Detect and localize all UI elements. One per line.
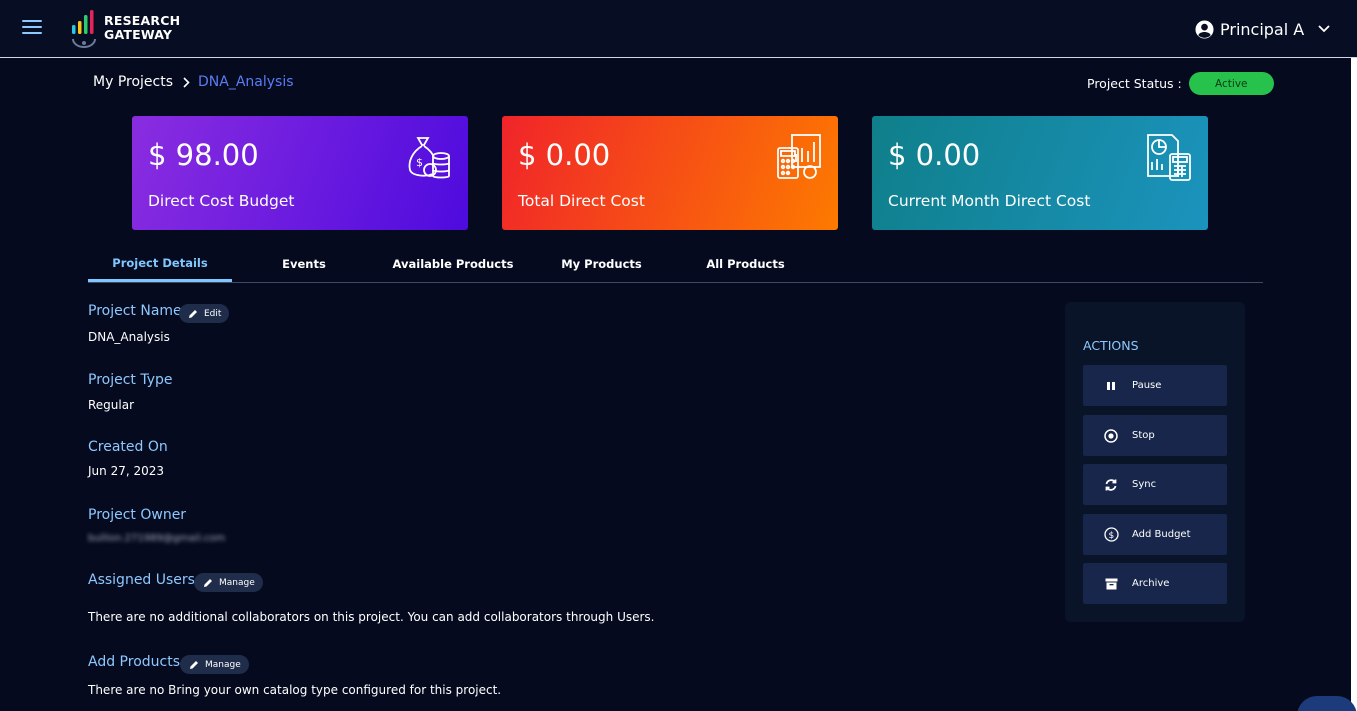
project-status: Project Status : Active bbox=[1087, 72, 1274, 95]
add-budget-button[interactable]: $ Add Budget bbox=[1083, 514, 1227, 555]
add-products-text: There are no Bring your own catalog type… bbox=[88, 683, 502, 697]
floating-help-button[interactable] bbox=[1297, 696, 1357, 711]
status-badge: Active bbox=[1188, 72, 1274, 95]
tab-my-products[interactable]: My Products bbox=[550, 246, 653, 282]
svg-text:$: $ bbox=[1108, 531, 1114, 541]
manage-assigned-users-button[interactable]: Manage bbox=[194, 573, 263, 592]
chevron-right-icon bbox=[183, 76, 190, 88]
created-on-value: Jun 27, 2023 bbox=[88, 464, 165, 478]
project-tabs: Project Details Events Available Product… bbox=[88, 246, 1263, 283]
pencil-icon bbox=[189, 309, 197, 318]
pause-button[interactable]: Pause bbox=[1083, 365, 1227, 406]
created-on-label: Created On bbox=[88, 439, 168, 455]
edit-project-name-button[interactable]: Edit bbox=[179, 304, 230, 323]
sync-icon bbox=[1103, 477, 1119, 493]
actions-title: ACTIONS bbox=[1083, 338, 1139, 353]
pencil-icon bbox=[204, 578, 212, 587]
add-products-label: Add Products bbox=[88, 654, 181, 670]
card-label: Current Month Direct Cost bbox=[888, 192, 1091, 210]
stop-circle-icon bbox=[1103, 428, 1119, 444]
menu-icon[interactable] bbox=[22, 20, 42, 36]
breadcrumb: My Projects DNA_Analysis bbox=[93, 74, 294, 90]
current-month-direct-cost-card: $ 0.00 Current Month Direct Cost bbox=[872, 116, 1208, 230]
card-label: Direct Cost Budget bbox=[148, 192, 295, 210]
breadcrumb-current-project[interactable]: DNA_Analysis bbox=[198, 74, 294, 90]
user-name: Principal A bbox=[1220, 19, 1305, 39]
project-name-value: DNA_Analysis bbox=[88, 330, 170, 344]
breadcrumb-my-projects[interactable]: My Projects bbox=[93, 74, 173, 90]
report-calculator-icon bbox=[1147, 134, 1191, 181]
stop-button[interactable]: Stop bbox=[1083, 415, 1227, 456]
tab-all-products[interactable]: All Products bbox=[694, 246, 797, 282]
manage-add-products-button[interactable]: Manage bbox=[180, 655, 249, 674]
user-menu[interactable]: Principal A bbox=[1195, 18, 1330, 40]
card-value: $ 0.00 bbox=[888, 138, 981, 172]
pencil-icon bbox=[190, 660, 198, 669]
actions-panel: ACTIONS Pause Stop Sync $ Add Budget Arc… bbox=[1065, 302, 1245, 622]
research-gateway-logo bbox=[72, 10, 96, 48]
tab-project-details[interactable]: Project Details bbox=[88, 246, 232, 282]
card-label: Total Direct Cost bbox=[518, 192, 645, 210]
project-owner-value: bullion.271989@gmail.com bbox=[88, 533, 226, 544]
sync-button[interactable]: Sync bbox=[1083, 464, 1227, 505]
project-name-label: Project Name bbox=[88, 303, 182, 319]
card-value: $ 98.00 bbox=[148, 138, 259, 172]
direct-cost-budget-card: $ 98.00 Direct Cost Budget $ bbox=[132, 116, 468, 230]
assigned-users-label: Assigned Users bbox=[88, 572, 195, 588]
user-circle-icon bbox=[1195, 19, 1214, 39]
project-type-label: Project Type bbox=[88, 372, 173, 388]
chevron-down-icon bbox=[1318, 25, 1330, 33]
top-bar: RESEARCH GATEWAY Principal A bbox=[0, 0, 1357, 58]
brand-name: RESEARCH GATEWAY bbox=[104, 13, 181, 42]
total-direct-cost-card: $ 0.00 Total Direct Cost bbox=[502, 116, 838, 230]
assigned-users-text: There are no additional collaborators on… bbox=[88, 610, 655, 624]
project-owner-label: Project Owner bbox=[88, 507, 187, 523]
calculator-chart-icon bbox=[777, 134, 821, 179]
project-type-value: Regular bbox=[88, 398, 135, 412]
svg-text:$: $ bbox=[416, 156, 423, 169]
tab-available-products[interactable]: Available Products bbox=[388, 246, 518, 282]
pause-icon bbox=[1103, 378, 1119, 394]
card-value: $ 0.00 bbox=[518, 138, 611, 172]
project-status-label: Project Status : bbox=[1087, 76, 1182, 91]
dollar-circle-icon: $ bbox=[1103, 527, 1119, 543]
scrollbar[interactable] bbox=[1351, 58, 1357, 711]
archive-icon bbox=[1103, 576, 1119, 592]
tab-events[interactable]: Events bbox=[254, 246, 354, 282]
money-bag-icon: $ bbox=[408, 137, 450, 179]
archive-button[interactable]: Archive bbox=[1083, 563, 1227, 604]
